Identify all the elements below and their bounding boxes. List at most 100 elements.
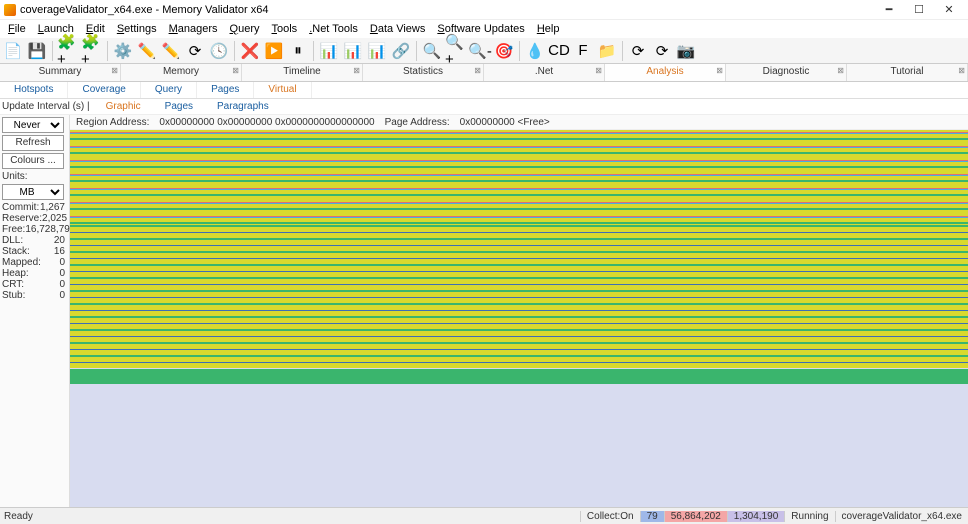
memory-map[interactable] — [70, 130, 968, 521]
tab-memory[interactable]: Memory⊠ — [121, 64, 242, 81]
tab-net[interactable]: .Net⊠ — [484, 64, 605, 81]
stat-val: 20 — [54, 235, 65, 246]
view-tabs: Update Interval (s) |GraphicPagesParagra… — [0, 99, 968, 115]
close-button[interactable]: ✕ — [934, 1, 964, 19]
toolbar-btn-9[interactable]: ❌ — [239, 40, 261, 62]
page-address-value: 0x00000000 <Free> — [460, 117, 550, 128]
toolbar-btn-26[interactable]: 📷 — [675, 40, 697, 62]
stat-row: Mapped: 0 — [2, 257, 67, 268]
menu-managers[interactable]: Managers — [163, 21, 224, 37]
toolbar-btn-3[interactable]: 🧩+ — [81, 40, 103, 62]
toolbar-btn-16[interactable]: 🔍 — [421, 40, 443, 62]
stat-val: 0 — [59, 257, 65, 268]
menu-file[interactable]: File — [2, 21, 32, 37]
stat-row: DLL: 20 — [2, 235, 67, 246]
menu-query[interactable]: Query — [224, 21, 266, 37]
tab-summary[interactable]: Summary⊠ — [0, 64, 121, 81]
toolbar-btn-1[interactable]: 💾 — [26, 40, 48, 62]
menu-tools[interactable]: Tools — [266, 21, 304, 37]
stat-row: Heap: 0 — [2, 268, 67, 279]
stat-row: CRT:0 — [2, 279, 67, 290]
toolbar-btn-12[interactable]: 📊 — [318, 40, 340, 62]
maximize-button[interactable]: ☐ — [904, 1, 934, 19]
units-label: Units: — [2, 171, 67, 182]
toolbar-btn-21[interactable]: CD — [548, 40, 570, 62]
status-ready: Ready — [0, 511, 33, 522]
status-val1: 79 — [640, 511, 664, 522]
tab-timeline[interactable]: Timeline⊠ — [242, 64, 363, 81]
stat-key: Heap: — [2, 268, 29, 279]
units-select[interactable]: MB — [2, 184, 64, 200]
side-panel: Never Refresh Colours ... Units: MB Comm… — [0, 115, 70, 521]
menu-data-views[interactable]: Data Views — [364, 21, 431, 37]
subtab-query[interactable]: Query — [141, 82, 197, 98]
subtab-virtual[interactable]: Virtual — [254, 82, 311, 98]
status-val3: 1,304,190 — [727, 511, 785, 522]
toolbar-btn-25[interactable]: ⟳ — [651, 40, 673, 62]
stat-key: Commit: — [2, 202, 39, 213]
stat-key: Stub: — [2, 290, 25, 301]
stat-val: 0 — [59, 268, 65, 279]
refresh-button[interactable]: Refresh — [2, 135, 64, 151]
toolbar-btn-24[interactable]: ⟳ — [627, 40, 649, 62]
stat-row: Stack:16 — [2, 246, 67, 257]
minimize-button[interactable]: ━ — [874, 1, 904, 19]
stat-val: 16,728,795 — [25, 224, 75, 235]
stat-key: DLL: — [2, 235, 23, 246]
toolbar-btn-23[interactable]: 📁 — [596, 40, 618, 62]
region-address-label: Region Address: — [76, 117, 149, 128]
toolbar-btn-0[interactable]: 📄 — [2, 40, 24, 62]
toolbar-btn-13[interactable]: 📊 — [342, 40, 364, 62]
toolbar-btn-22[interactable]: F — [572, 40, 594, 62]
stat-row: Commit:1,267 — [2, 202, 67, 213]
toolbar-btn-5[interactable]: ✏️ — [136, 40, 158, 62]
page-address-label: Page Address: — [385, 117, 450, 128]
app-icon — [4, 4, 16, 16]
toolbar-btn-10[interactable]: ▶️ — [263, 40, 285, 62]
main-tabs: Summary⊠Memory⊠Timeline⊠Statistics⊠.Net⊠… — [0, 64, 968, 82]
stat-val: 2,025 — [42, 213, 67, 224]
stat-key: Reserve: — [2, 213, 42, 224]
stat-key: Free: — [2, 224, 25, 235]
tab-tutorial[interactable]: Tutorial⊠ — [847, 64, 968, 81]
stat-key: Stack: — [2, 246, 30, 257]
region-address-value: 0x00000000 0x00000000 0x0000000000000000 — [159, 117, 374, 128]
tab-analysis[interactable]: Analysis⊠ — [605, 64, 726, 81]
toolbar-btn-8[interactable]: 🕓 — [208, 40, 230, 62]
tab-diagnostic[interactable]: Diagnostic⊠ — [726, 64, 847, 81]
status-bar: Ready Collect:On 79 56,864,202 1,304,190… — [0, 507, 968, 524]
toolbar-btn-19[interactable]: 🎯 — [493, 40, 515, 62]
viewtab-paragraphs[interactable]: Paragraphs — [205, 100, 281, 113]
toolbar-btn-6[interactable]: ✏️ — [160, 40, 182, 62]
stat-row: Stub: 0 — [2, 290, 67, 301]
subtab-pages[interactable]: Pages — [197, 82, 254, 98]
interval-select[interactable]: Never — [2, 117, 64, 133]
menu--net-tools[interactable]: .Net Tools — [303, 21, 364, 37]
stat-key: Mapped: — [2, 257, 41, 268]
viewtab-graphic[interactable]: Graphic — [94, 100, 153, 113]
toolbar: 📄💾🧩+🧩+⚙️✏️✏️⟳🕓❌▶️⏸📊📊📊🔗🔍🔍+🔍-🎯💧CDF📁⟳⟳📷 — [0, 38, 968, 64]
toolbar-btn-7[interactable]: ⟳ — [184, 40, 206, 62]
stat-key: CRT: — [2, 279, 24, 290]
toolbar-btn-18[interactable]: 🔍- — [469, 40, 491, 62]
menubar: FileLaunchEditSettingsManagersQueryTools… — [0, 20, 968, 38]
stat-val: 0 — [59, 290, 65, 301]
subtab-coverage[interactable]: Coverage — [68, 82, 140, 98]
status-exe: coverageValidator_x64.exe — [835, 511, 968, 522]
toolbar-btn-17[interactable]: 🔍+ — [445, 40, 467, 62]
toolbar-btn-15[interactable]: 🔗 — [390, 40, 412, 62]
toolbar-btn-4[interactable]: ⚙️ — [112, 40, 134, 62]
stat-row: Reserve:2,025 — [2, 213, 67, 224]
status-collect: Collect:On — [580, 511, 640, 522]
subtab-hotspots[interactable]: Hotspots — [0, 82, 68, 98]
menu-help[interactable]: Help — [531, 21, 566, 37]
toolbar-btn-20[interactable]: 💧 — [524, 40, 546, 62]
status-val2: 56,864,202 — [664, 511, 727, 522]
menu-settings[interactable]: Settings — [111, 21, 163, 37]
toolbar-btn-2[interactable]: 🧩+ — [57, 40, 79, 62]
viewtab-pages[interactable]: Pages — [153, 100, 205, 113]
colours-button[interactable]: Colours ... — [2, 153, 64, 169]
toolbar-btn-14[interactable]: 📊 — [366, 40, 388, 62]
tab-statistics[interactable]: Statistics⊠ — [363, 64, 484, 81]
toolbar-btn-11[interactable]: ⏸ — [287, 40, 309, 62]
